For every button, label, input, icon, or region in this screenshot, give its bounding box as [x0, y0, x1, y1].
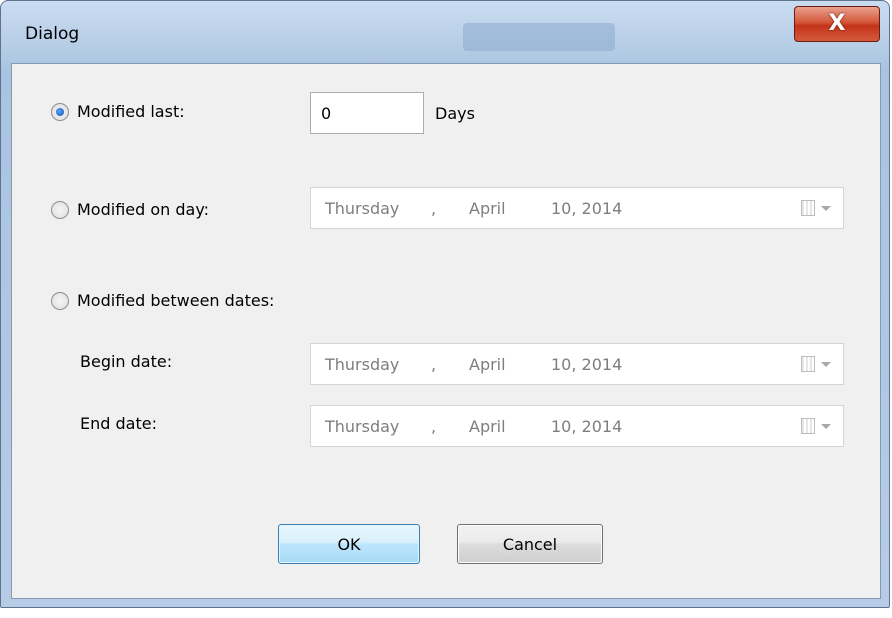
date-day-year: 10, 2014 [551, 199, 623, 218]
dialog-window: Dialog X Modified last: Days Modified on… [0, 0, 890, 608]
date-weekday: Thursday [325, 199, 400, 218]
end-date-picker[interactable]: Thursday , April 10, 2014 [310, 405, 844, 447]
date-weekday: Thursday [325, 417, 400, 436]
ok-button[interactable]: OK [278, 524, 420, 564]
cancel-button[interactable]: Cancel [457, 524, 603, 564]
date-separator: , [431, 355, 437, 374]
end-date-label: End date: [80, 414, 157, 433]
date-day-year: 10, 2014 [551, 355, 623, 374]
date-separator: , [431, 199, 437, 218]
calendar-icon[interactable] [801, 418, 815, 434]
calendar-icon[interactable] [801, 200, 815, 216]
date-weekday: Thursday [325, 355, 400, 374]
chevron-down-icon[interactable] [821, 362, 831, 367]
close-button[interactable]: X [794, 6, 880, 42]
chevron-down-icon[interactable] [821, 424, 831, 429]
modified-last-label: Modified last: [77, 102, 185, 121]
radio-modified-last[interactable]: Modified last: [51, 102, 185, 121]
radio-button-checked[interactable] [51, 102, 69, 121]
radio-modified-on-day[interactable]: Modified on day: [51, 200, 209, 219]
date-separator: , [431, 417, 437, 436]
days-input[interactable] [310, 92, 424, 134]
calendar-icon[interactable] [801, 356, 815, 372]
window-title: Dialog [25, 24, 80, 44]
close-icon: X [828, 11, 846, 36]
radio-button[interactable] [51, 200, 69, 219]
modified-between-label: Modified between dates: [77, 291, 275, 310]
modified-on-day-label: Modified on day: [77, 200, 210, 219]
radio-modified-between[interactable]: Modified between dates: [51, 291, 274, 310]
on-day-date-picker[interactable]: Thursday , April 10, 2014 [310, 187, 844, 229]
date-month: April [469, 199, 506, 218]
date-month: April [469, 417, 506, 436]
dialog-client-area: Modified last: Days Modified on day: Thu… [11, 63, 881, 599]
days-unit-label: Days [435, 104, 475, 123]
date-day-year: 10, 2014 [551, 417, 623, 436]
begin-date-picker[interactable]: Thursday , April 10, 2014 [310, 343, 844, 385]
radio-button[interactable] [51, 291, 69, 310]
chevron-down-icon[interactable] [821, 206, 831, 211]
background-window-tab [463, 23, 615, 51]
begin-date-label: Begin date: [80, 352, 173, 371]
date-month: April [469, 355, 506, 374]
